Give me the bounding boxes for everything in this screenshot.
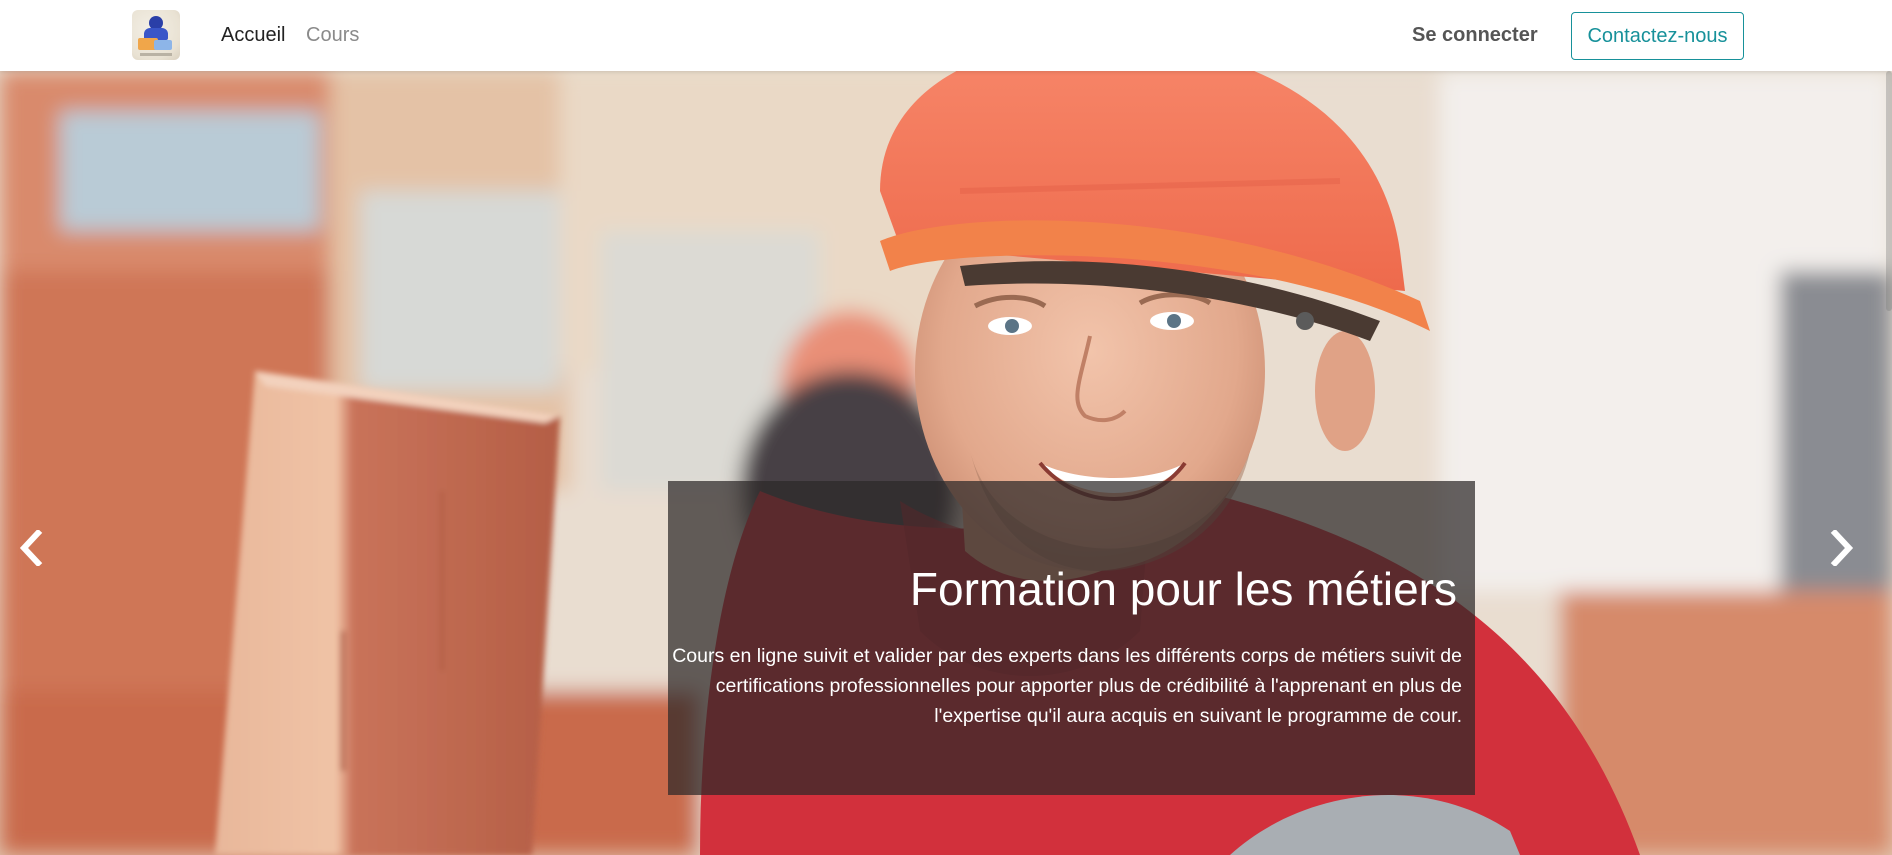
top-navbar: Accueil Cours Se connecter Contactez-nou… xyxy=(0,0,1892,71)
site-logo[interactable] xyxy=(132,10,180,60)
carousel-next-button[interactable] xyxy=(1822,523,1862,573)
contact-button[interactable]: Contactez-nous xyxy=(1571,12,1744,60)
nav-link-cours[interactable]: Cours xyxy=(306,22,359,48)
carousel-prev-button[interactable] xyxy=(11,523,51,573)
logo-book-right xyxy=(154,40,172,50)
nav-link-accueil[interactable]: Accueil xyxy=(221,22,285,48)
chevron-left-icon xyxy=(19,530,43,566)
hero-carousel: Formation pour les métiers Cours en lign… xyxy=(0,71,1892,855)
login-link[interactable]: Se connecter xyxy=(1412,22,1538,48)
logo-caption xyxy=(140,53,172,56)
page-scrollbar[interactable] xyxy=(1886,71,1892,311)
chevron-right-icon xyxy=(1830,530,1854,566)
hero-description: Cours en ligne suivit et valider par des… xyxy=(672,645,1462,727)
hero-title: Formation pour les métiers xyxy=(909,563,1457,615)
carousel-caption: Formation pour les métiers Cours en lign… xyxy=(668,481,1475,795)
